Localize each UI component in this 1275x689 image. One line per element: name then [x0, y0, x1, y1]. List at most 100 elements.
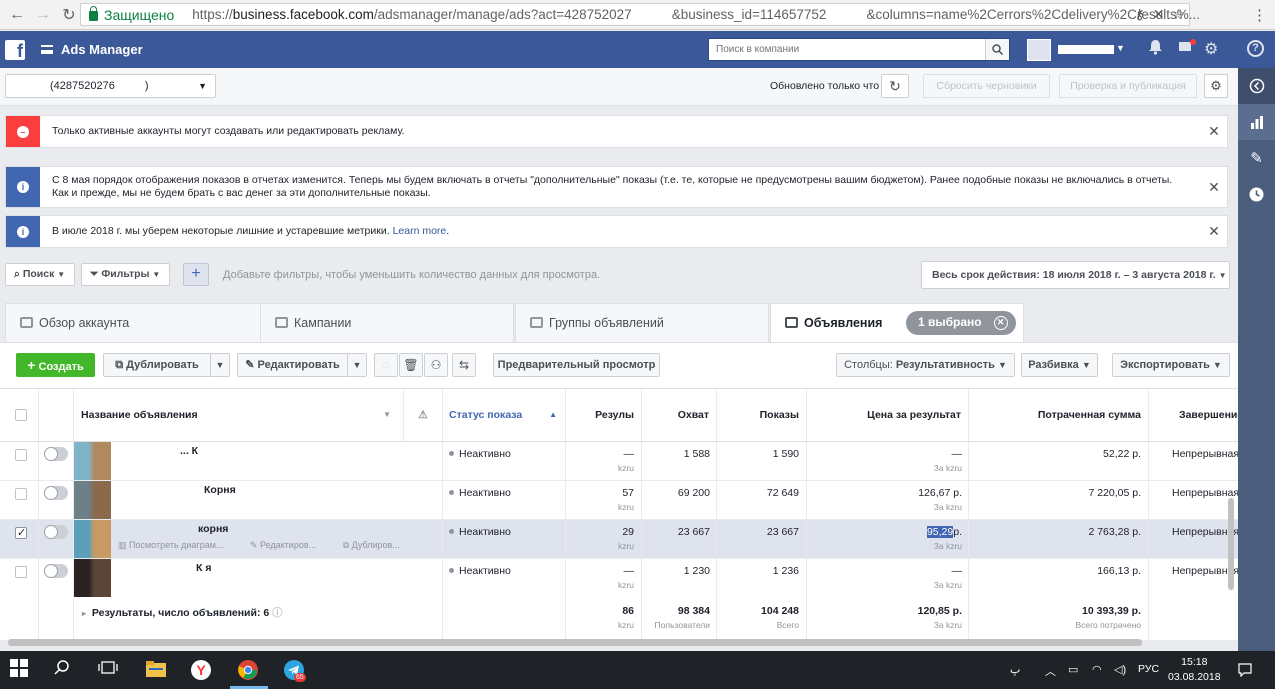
history-icon[interactable] — [1238, 176, 1275, 212]
people-icon[interactable]: ﭖ — [1010, 663, 1020, 676]
learn-more-link[interactable]: Learn more — [393, 225, 447, 237]
ad-thumbnail[interactable] — [74, 520, 111, 558]
vertical-scrollbar[interactable] — [1228, 498, 1234, 590]
secure-indicator[interactable]: Защищено — [81, 5, 174, 23]
row-checkbox[interactable] — [15, 566, 27, 578]
windows-start-icon[interactable] — [10, 659, 32, 681]
ad-toggle[interactable] — [44, 486, 68, 500]
add-filter-button[interactable]: + — [183, 263, 209, 286]
duplicate-link[interactable]: ⧉ Дублиров... — [343, 540, 412, 550]
duplicate-dropdown[interactable]: ▼ — [210, 353, 230, 377]
ad-thumbnail[interactable] — [74, 481, 111, 519]
search-icon[interactable] — [53, 659, 75, 681]
volume-icon[interactable]: ◁) — [1114, 663, 1126, 676]
col-amount-spent[interactable]: Потраченная сумма — [969, 389, 1149, 441]
row-checkbox[interactable] — [15, 488, 27, 500]
tab-account-overview[interactable]: Обзор аккаунта — [5, 303, 261, 343]
system-clock[interactable]: 15:18 03.08.2018 — [1168, 655, 1221, 685]
col-cost-per-result[interactable]: Цена за результат — [807, 389, 969, 441]
facebook-logo[interactable]: f — [5, 39, 25, 61]
tab-ads[interactable]: Объявления 1 выбрано ✕ — [770, 303, 1024, 343]
search-input[interactable] — [709, 44, 985, 55]
tab-ad-sets[interactable]: Группы объявлений — [515, 303, 769, 343]
discard-drafts-button[interactable]: Сбросить черновики — [923, 74, 1050, 98]
rules-icon[interactable]: ⇆ — [452, 353, 476, 377]
duplicate-button[interactable]: ⧉ Дублировать — [103, 353, 211, 377]
ad-thumbnail[interactable] — [74, 442, 111, 480]
columns-dropdown[interactable]: Столбцы: Результативность ▼ — [836, 353, 1015, 377]
table-row[interactable]: ... К Неактивно — kzru 1 588 1 590 — За kz… — [0, 442, 1238, 481]
ad-name[interactable]: Корня — [118, 484, 236, 496]
telegram-icon[interactable]: 65 — [283, 659, 306, 682]
row-checkbox[interactable] — [15, 526, 27, 539]
col-impressions[interactable]: Показы — [717, 389, 807, 441]
ad-toggle[interactable] — [44, 447, 68, 461]
table-row[interactable]: Корня Неактивно 57 kzru 69 200 72 649 126… — [0, 481, 1238, 520]
reload-icon[interactable]: ↻ — [56, 2, 82, 28]
close-icon[interactable]: ✕ — [1201, 223, 1227, 240]
audience-icon[interactable]: ⚇ — [424, 353, 448, 377]
battery-icon[interactable]: ▭ — [1068, 663, 1078, 676]
selection-pill[interactable]: 1 выбрано ✕ — [905, 311, 1016, 335]
ad-account-selector[interactable]: (4287520276) ▼ — [5, 74, 216, 98]
col-status[interactable]: Статус показа ▲ — [449, 389, 561, 441]
col-name[interactable]: Название объявления ▼ — [81, 389, 399, 441]
select-all-checkbox[interactable] — [15, 409, 27, 421]
ad-toggle[interactable] — [44, 525, 68, 539]
chrome-icon[interactable] — [237, 659, 259, 681]
edit-button[interactable]: ✎ Редактировать — [237, 353, 348, 377]
settings-icon[interactable]: ⚙ — [1204, 39, 1218, 59]
search-button[interactable]: ⌕ Поиск ▼ — [5, 263, 75, 286]
ad-toggle[interactable] — [44, 564, 68, 578]
refresh-button[interactable]: ↻ — [881, 74, 909, 98]
row-checkbox[interactable] — [15, 449, 27, 461]
chevron-down-icon[interactable]: ▼ — [1116, 43, 1125, 53]
app-title[interactable]: Ads Manager — [61, 42, 143, 57]
flag-icon[interactable] — [1178, 39, 1196, 59]
col-ends[interactable]: Завершение — [1179, 389, 1238, 441]
filters-button[interactable]: ⏷ Фильтры ▼ — [81, 263, 170, 286]
key-icon[interactable]: ⚷ — [1134, 6, 1144, 23]
yandex-browser-icon[interactable]: Y — [190, 659, 212, 681]
forward-icon[interactable]: → — [30, 2, 56, 28]
edit-icon[interactable]: ✎ — [1238, 140, 1275, 176]
notifications-icon[interactable] — [1148, 39, 1163, 59]
date-range-picker[interactable]: Весь срок действия: 18 июля 2018 г. – 3 … — [921, 261, 1230, 289]
review-publish-button[interactable]: Проверка и публикация — [1059, 74, 1197, 98]
horizontal-scrollbar[interactable] — [8, 639, 1142, 646]
trash-icon[interactable]: 🗑 — [399, 353, 423, 377]
business-avatar[interactable] — [1027, 39, 1051, 61]
table-row[interactable]: корня ▥ Посмотреть диаграм... ✎ Редактир… — [0, 520, 1238, 559]
tab-campaigns[interactable]: Кампании — [260, 303, 514, 343]
close-icon[interactable]: ✕ — [1201, 123, 1227, 140]
edit-link[interactable]: ✎ Редактиров... — [250, 540, 328, 550]
collapse-icon[interactable] — [1238, 68, 1275, 104]
ad-name[interactable]: К я — [118, 562, 211, 574]
view-charts-link[interactable]: ▥ Посмотреть диаграм... — [118, 540, 235, 550]
col-reach[interactable]: Охват — [642, 389, 717, 441]
export-dropdown[interactable]: Экспортировать ▼ — [1112, 353, 1230, 377]
task-view-icon[interactable] — [98, 659, 120, 681]
ad-thumbnail[interactable] — [74, 559, 111, 597]
edit-dropdown[interactable]: ▼ — [347, 353, 367, 377]
create-button[interactable]: + Создать — [16, 353, 95, 377]
help-icon[interactable]: ? — [1247, 40, 1264, 57]
address-bar[interactable]: Защищено https://business.facebook.com/a… — [80, 3, 1200, 26]
ad-name[interactable]: ... К — [118, 445, 198, 457]
tray-chevron-icon[interactable]: ︿ — [1045, 663, 1056, 679]
language-indicator[interactable]: РУС — [1138, 663, 1159, 675]
search-icon[interactable] — [985, 39, 1009, 60]
breakdown-dropdown[interactable]: Разбивка ▼ — [1021, 353, 1098, 377]
ab-test-icon[interactable]: ◌ — [374, 353, 398, 377]
menu-icon[interactable] — [41, 45, 53, 54]
star-icon[interactable]: ☆ — [1172, 6, 1185, 23]
ad-name[interactable]: корня — [118, 523, 228, 535]
chart-icon[interactable] — [1238, 104, 1275, 140]
col-results[interactable]: Резулы — [566, 389, 642, 441]
file-explorer-icon[interactable] — [145, 659, 167, 681]
table-row[interactable]: К я Неактивно — kzru 1 230 1 236 — За kzru… — [0, 559, 1238, 597]
gear-icon[interactable]: ⚙ — [1204, 74, 1228, 98]
action-center-icon[interactable] — [1238, 663, 1252, 680]
close-icon[interactable]: ✕ — [1201, 179, 1227, 196]
clear-selection-icon[interactable]: ✕ — [993, 316, 1008, 330]
